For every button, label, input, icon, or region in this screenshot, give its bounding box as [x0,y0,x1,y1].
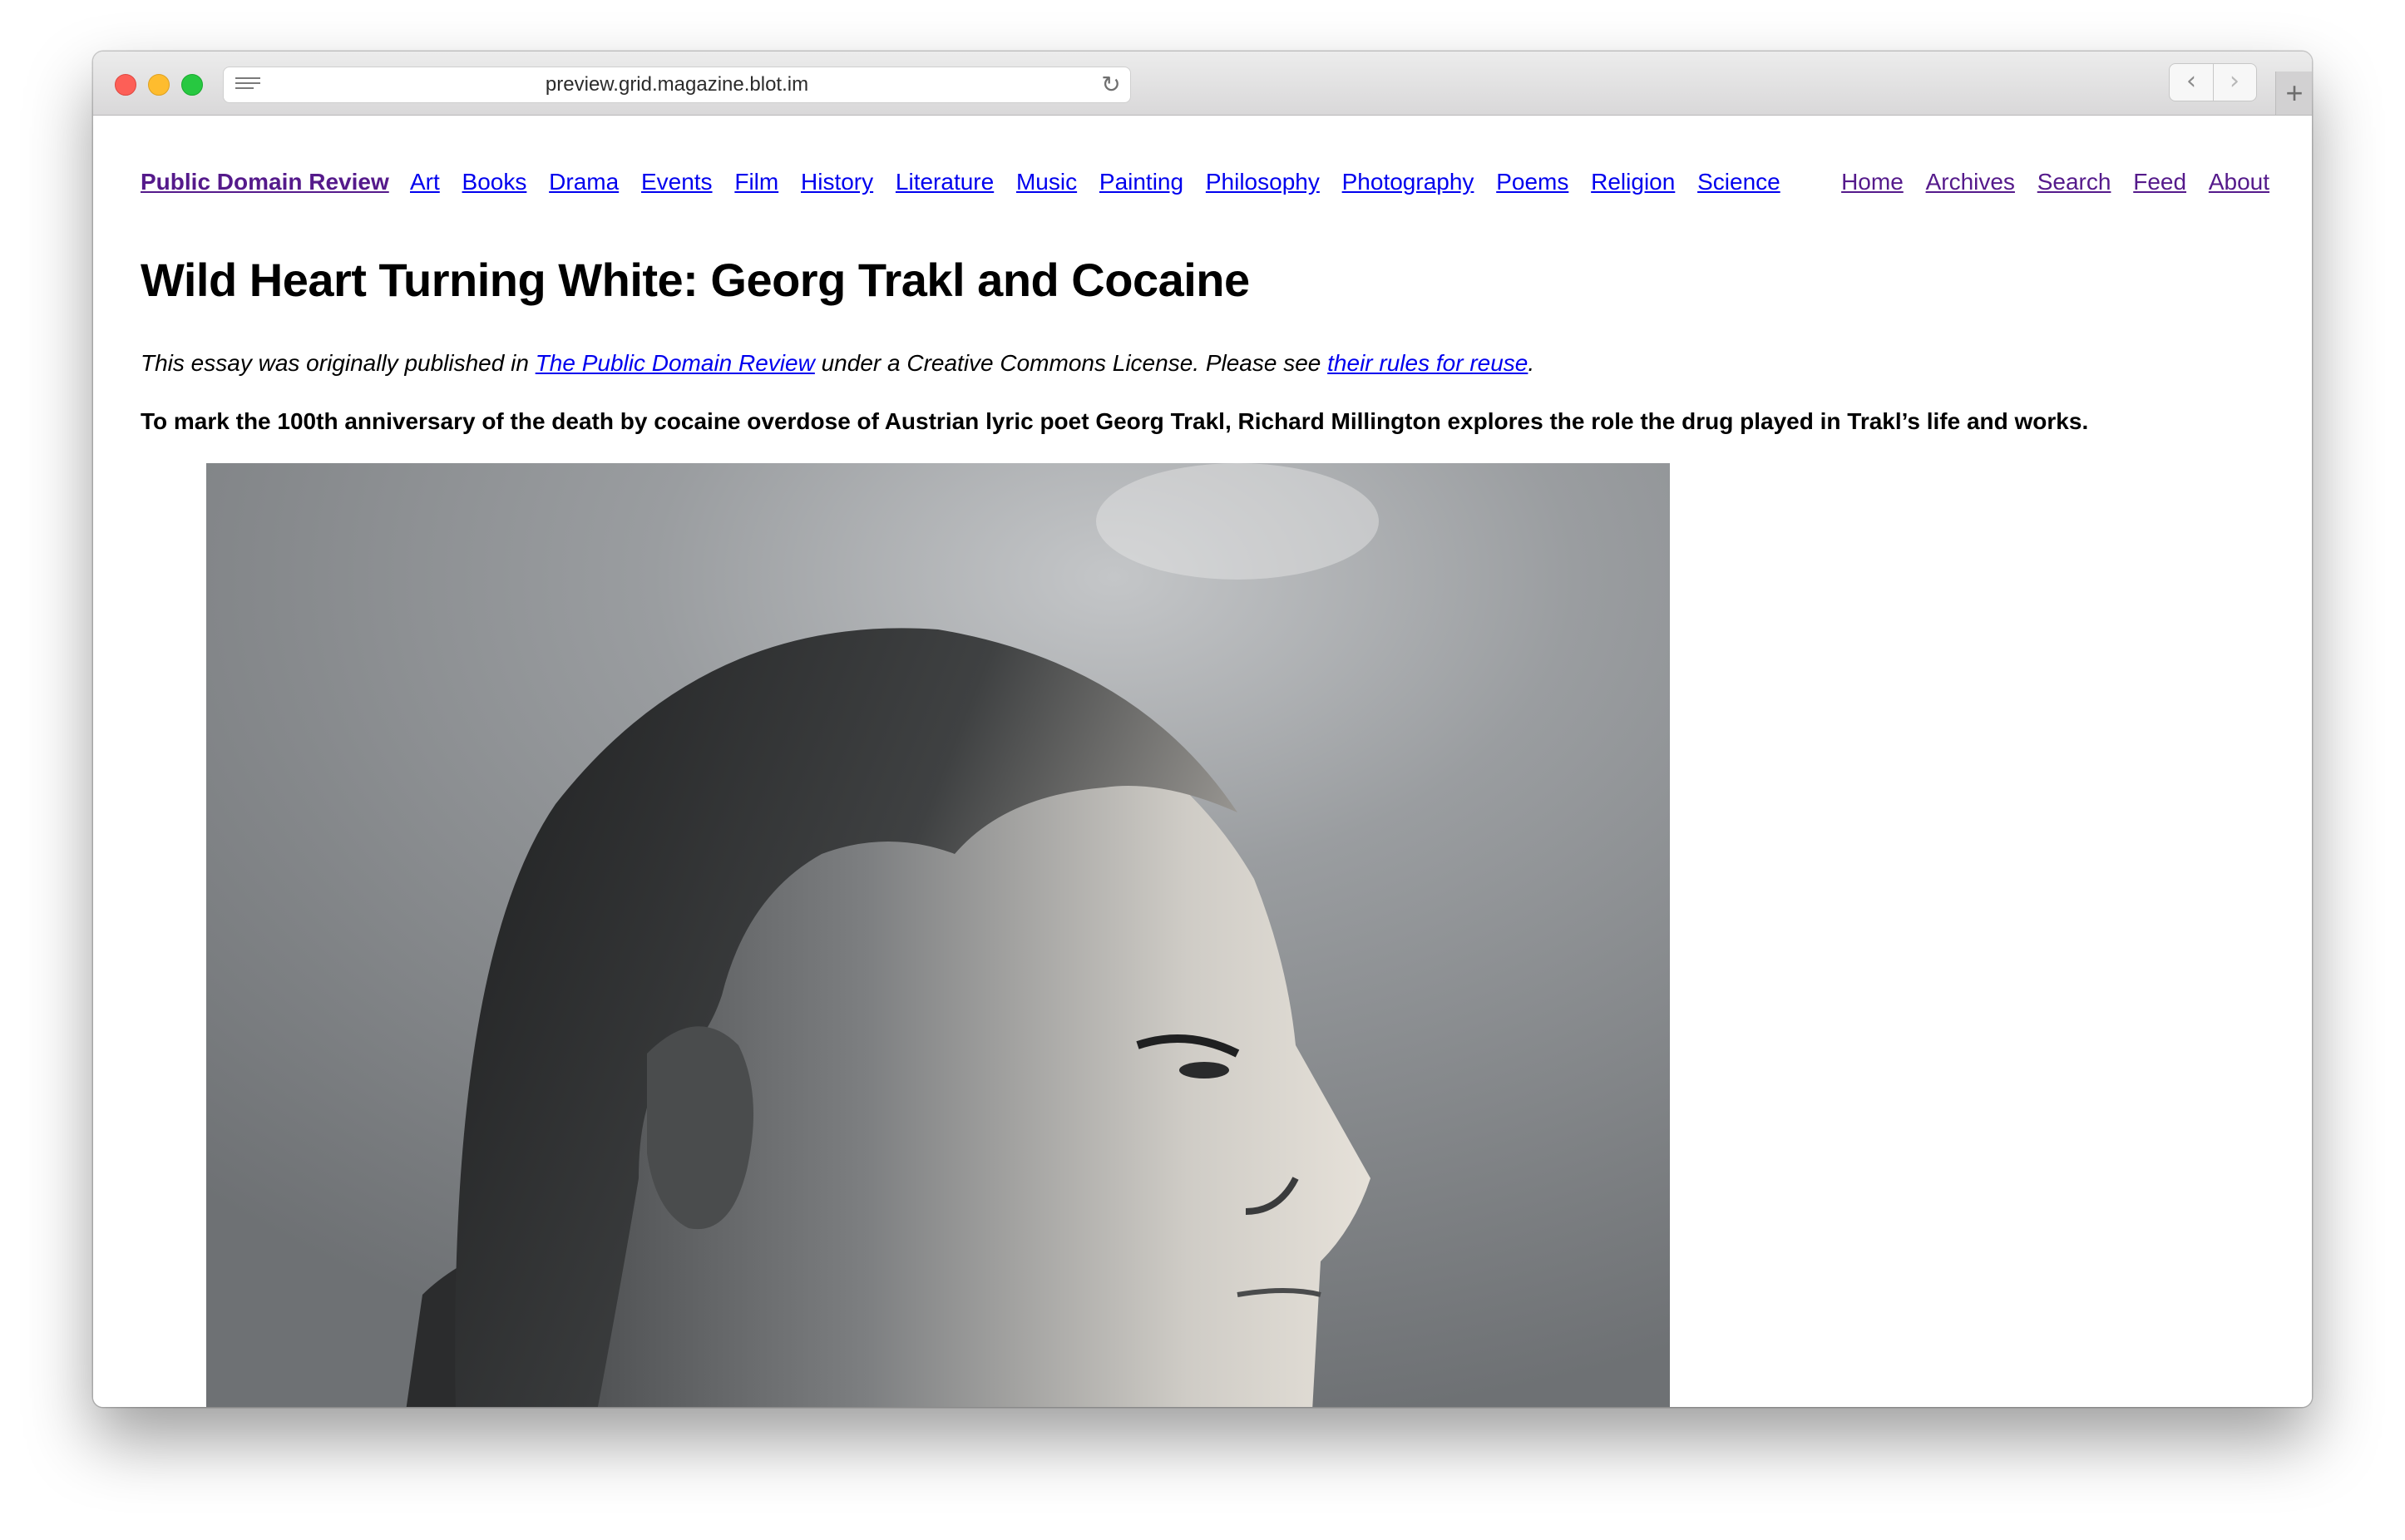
chevron-right-icon[interactable]: › [2213,64,2256,101]
browser-window: preview.grid.magazine.blot.im ↻ ‹ › + Pu… [93,52,2312,1407]
nav-link-poems[interactable]: Poems [1496,169,1568,195]
article-lede: To mark the 100th anniversary of the dea… [141,408,2089,434]
notice-suffix: . [1528,350,1535,376]
reuse-rules-link[interactable]: their rules for reuse [1327,350,1528,376]
nav-link-philosophy[interactable]: Philosophy [1206,169,1320,195]
nav-link-archives[interactable]: Archives [1926,169,2015,195]
notice-middle: under a Creative Commons License. Please… [814,350,1328,376]
nav-link-events[interactable]: Events [641,169,713,195]
chevron-left-icon[interactable]: ‹ [2170,64,2214,101]
plus-icon[interactable]: + [2275,72,2312,115]
article-title: Wild Heart Turning White: Georg Trakl an… [141,254,1250,306]
nav-link-religion[interactable]: Religion [1591,169,1675,195]
portrait-illustration [206,463,1670,1407]
fullscreen-window-button[interactable] [181,74,203,96]
minimize-window-button[interactable] [148,74,170,96]
nav-link-feed[interactable]: Feed [2133,169,2186,195]
address-bar[interactable]: preview.grid.magazine.blot.im ↻ [223,67,1131,103]
nav-link-drama[interactable]: Drama [549,169,619,195]
brand-link[interactable]: Public Domain Review [141,169,389,195]
license-notice: This essay was originally published in T… [141,347,1534,380]
nav-link-science[interactable]: Science [1697,169,1780,195]
nav-link-search[interactable]: Search [2037,169,2111,195]
close-window-button[interactable] [115,74,136,96]
nav-link-painting[interactable]: Painting [1099,169,1183,195]
page-nav: Home Archives Search Feed About [1825,165,2269,199]
nav-link-about[interactable]: About [2209,169,2269,195]
category-nav: Public Domain Review Art Books Drama Eve… [141,165,1796,199]
reload-icon[interactable]: ↻ [1099,67,1123,102]
notice-prefix: This essay was originally published in [141,350,536,376]
nav-link-photography[interactable]: Photography [1342,169,1474,195]
source-link[interactable]: The Public Domain Review [536,350,815,376]
url-text[interactable]: preview.grid.magazine.blot.im [224,67,1130,102]
page-content: Public Domain Review Art Books Drama Eve… [93,116,2312,1407]
nav-link-books[interactable]: Books [462,169,527,195]
nav-link-music[interactable]: Music [1016,169,1077,195]
history-buttons: ‹ › [2169,63,2257,101]
nav-link-art[interactable]: Art [410,169,440,195]
nav-link-film[interactable]: Film [734,169,778,195]
browser-toolbar: preview.grid.magazine.blot.im ↻ ‹ › + [93,52,2312,116]
article-photo [206,463,1670,1407]
nav-link-home[interactable]: Home [1841,169,1904,195]
site-nav: Public Domain Review Art Books Drama Eve… [141,165,2269,199]
nav-link-history[interactable]: History [801,169,873,195]
nav-link-literature[interactable]: Literature [896,169,994,195]
